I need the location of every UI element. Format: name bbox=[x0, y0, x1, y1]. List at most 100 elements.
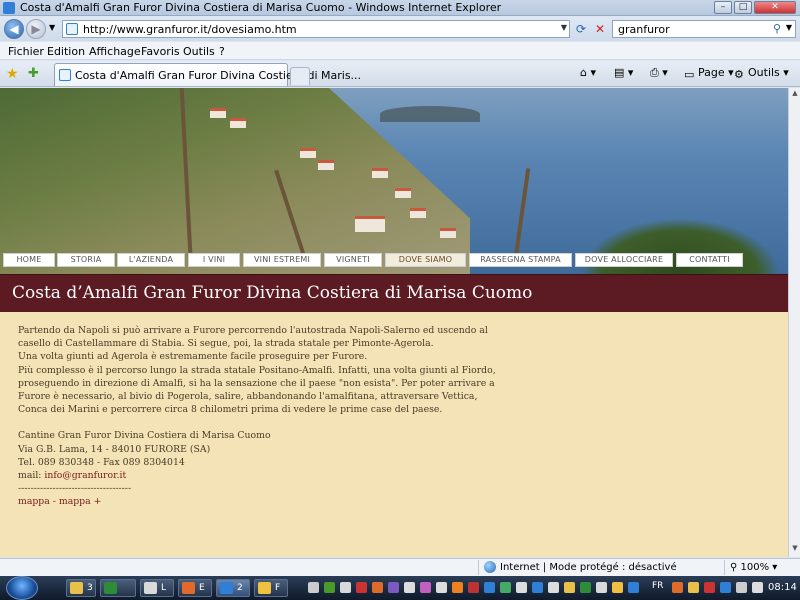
tab-active[interactable]: Costa d'Amalfi Gran Furor Divina Costier… bbox=[54, 63, 361, 86]
taskbar-item[interactable]: 3 bbox=[66, 579, 96, 597]
network-icon[interactable] bbox=[720, 582, 731, 593]
email-link[interactable]: info@granfuror.it bbox=[44, 470, 126, 481]
zoom-level[interactable]: ⚲ 100% ▾ bbox=[730, 562, 777, 573]
address-url[interactable]: http://www.granfuror.it/dovesiamo.htm bbox=[83, 23, 297, 36]
quicklaunch-icon[interactable] bbox=[532, 582, 543, 593]
history-dropdown-icon[interactable]: ▼ bbox=[49, 23, 55, 32]
taskbar-item[interactable] bbox=[100, 579, 136, 597]
islands bbox=[380, 106, 480, 122]
tab-bar: ★ ✚ Costa d'Amalfi Gran Furor Divina Cos… bbox=[0, 61, 800, 87]
back-button[interactable]: ◀ bbox=[4, 19, 24, 39]
quicklaunch-icon[interactable] bbox=[340, 582, 351, 593]
quicklaunch-icon[interactable] bbox=[404, 582, 415, 593]
quicklaunch-icon[interactable] bbox=[500, 582, 511, 593]
quicklaunch-icon[interactable] bbox=[420, 582, 431, 593]
quicklaunch-icon[interactable] bbox=[628, 582, 639, 593]
contact-address: Via G.B. Lama, 14 - 84010 FURORE (SA) bbox=[18, 443, 211, 455]
tools-menu[interactable]: ⚙ Outils ▾ bbox=[734, 66, 789, 81]
taskbar-item-label: E bbox=[199, 583, 205, 593]
nav-home[interactable]: HOME bbox=[3, 253, 55, 267]
quicklaunch-icon[interactable] bbox=[388, 582, 399, 593]
search-input[interactable]: granfuror bbox=[618, 23, 670, 36]
nav-azienda[interactable]: L'AZIENDA bbox=[117, 253, 185, 267]
nav-contatti[interactable]: CONTATTI bbox=[676, 253, 743, 267]
tray-icon[interactable] bbox=[752, 582, 763, 593]
search-icon[interactable]: ⚲ bbox=[773, 22, 781, 35]
scroll-up-icon[interactable]: ▲ bbox=[790, 89, 800, 101]
address-bar[interactable]: http://www.granfuror.it/dovesiamo.htm ▼ bbox=[62, 20, 570, 38]
taskbar-item[interactable]: 2 bbox=[216, 579, 250, 597]
security-zone[interactable]: Internet | Mode protégé : désactivé bbox=[500, 562, 677, 573]
tray-icon[interactable] bbox=[672, 582, 683, 593]
start-button[interactable] bbox=[6, 576, 38, 600]
tools-menu-label: Outils bbox=[748, 66, 780, 79]
volume-icon[interactable] bbox=[736, 582, 747, 593]
refresh-icon[interactable]: ⟳ bbox=[572, 21, 590, 37]
quicklaunch-icon[interactable] bbox=[580, 582, 591, 593]
menu-outils[interactable]: Outils bbox=[183, 45, 215, 58]
ie-icon bbox=[220, 582, 233, 594]
language-indicator[interactable]: FR bbox=[652, 581, 663, 591]
maximize-button[interactable]: □ bbox=[734, 1, 752, 14]
map-plus-link[interactable]: mappa + bbox=[59, 496, 102, 507]
quicklaunch-icon[interactable] bbox=[324, 582, 335, 593]
close-button[interactable]: ✕ bbox=[754, 1, 796, 14]
nav-dove-siamo[interactable]: DOVE SIAMO bbox=[385, 253, 466, 267]
forward-button[interactable]: ▶ bbox=[26, 19, 46, 39]
quicklaunch-icon[interactable] bbox=[484, 582, 495, 593]
taskbar: 3 L E 2 F FR 08:14 bbox=[0, 576, 800, 600]
menu-affichage[interactable]: Affichage bbox=[89, 45, 141, 58]
new-tab-button[interactable] bbox=[290, 67, 310, 85]
home-icon[interactable]: ⌂ ▾ bbox=[580, 66, 596, 79]
quicklaunch-icon[interactable] bbox=[452, 582, 463, 593]
map-link[interactable]: mappa bbox=[18, 496, 50, 507]
search-options-icon[interactable]: ▼ bbox=[786, 23, 792, 32]
search-box[interactable]: granfuror ⚲ ▼ bbox=[612, 20, 796, 38]
favorites-star-icon[interactable]: ★ bbox=[6, 66, 19, 82]
menu-edition[interactable]: Edition bbox=[47, 45, 85, 58]
quicklaunch-icon[interactable] bbox=[596, 582, 607, 593]
feeds-icon[interactable]: ▤ ▾ bbox=[614, 66, 633, 79]
tray-icon[interactable] bbox=[704, 582, 715, 593]
taskbar-item[interactable]: L bbox=[140, 579, 174, 597]
quicklaunch-icon[interactable] bbox=[612, 582, 623, 593]
menu-help[interactable]: ? bbox=[219, 45, 225, 58]
nav-vini[interactable]: I VINI bbox=[188, 253, 240, 267]
taskbar-item-label: F bbox=[275, 583, 281, 593]
quicklaunch-icon[interactable] bbox=[564, 582, 575, 593]
taskbar-item[interactable]: F bbox=[254, 579, 288, 597]
add-favorite-icon[interactable]: ✚ bbox=[28, 66, 39, 81]
clock[interactable]: 08:14 bbox=[768, 582, 797, 593]
menu-favoris[interactable]: Favoris bbox=[141, 45, 180, 58]
directions-text: Partendo da Napoli si può arrivare a Fur… bbox=[18, 324, 496, 509]
quicklaunch-icon[interactable] bbox=[372, 582, 383, 593]
stop-icon[interactable]: ✕ bbox=[591, 21, 609, 37]
nav-storia[interactable]: STORIA bbox=[57, 253, 115, 267]
folder-icon bbox=[258, 582, 271, 594]
quicklaunch-icon[interactable] bbox=[548, 582, 559, 593]
nav-dove-allocciare[interactable]: DOVE ALLOCCIARE bbox=[575, 253, 673, 267]
quicklaunch-icon[interactable] bbox=[308, 582, 319, 593]
chevron-down-icon[interactable]: ▼ bbox=[561, 23, 567, 32]
nav-vini-estremi[interactable]: VINI ESTREMI bbox=[243, 253, 321, 267]
status-bar: Internet | Mode protégé : désactivé ⚲ 10… bbox=[0, 558, 800, 576]
taskbar-item[interactable]: E bbox=[178, 579, 212, 597]
scroll-down-icon[interactable]: ▼ bbox=[790, 544, 800, 556]
print-icon[interactable]: ⎙ ▾ bbox=[650, 66, 668, 80]
quicklaunch-icon[interactable] bbox=[436, 582, 447, 593]
vertical-scrollbar[interactable]: ▲ ▼ bbox=[788, 88, 800, 557]
minimize-button[interactable]: – bbox=[714, 1, 732, 14]
quicklaunch-icon[interactable] bbox=[468, 582, 479, 593]
menu-fichier[interactable]: Fichier bbox=[8, 45, 44, 58]
paragraph-line: Conca dei Marini e percorrere circa 8 ch… bbox=[18, 404, 443, 416]
globe-icon bbox=[484, 561, 496, 573]
tray-icon[interactable] bbox=[688, 582, 699, 593]
nav-rassegna-stampa[interactable]: RASSEGNA STAMPA bbox=[469, 253, 572, 267]
paragraph-line: Una volta giunti ad Agerola è estremamen… bbox=[18, 351, 368, 363]
nav-vigneti[interactable]: VIGNETI bbox=[324, 253, 382, 267]
page-menu[interactable]: ▭ Page ▾ bbox=[684, 66, 734, 81]
quicklaunch-icon[interactable] bbox=[516, 582, 527, 593]
menu-bar: Fichier Edition Affichage Favoris Outils… bbox=[0, 42, 800, 60]
quicklaunch-icon[interactable] bbox=[356, 582, 367, 593]
address-row: ◀ ▶ ▼ http://www.granfuror.it/dovesiamo.… bbox=[0, 17, 800, 41]
